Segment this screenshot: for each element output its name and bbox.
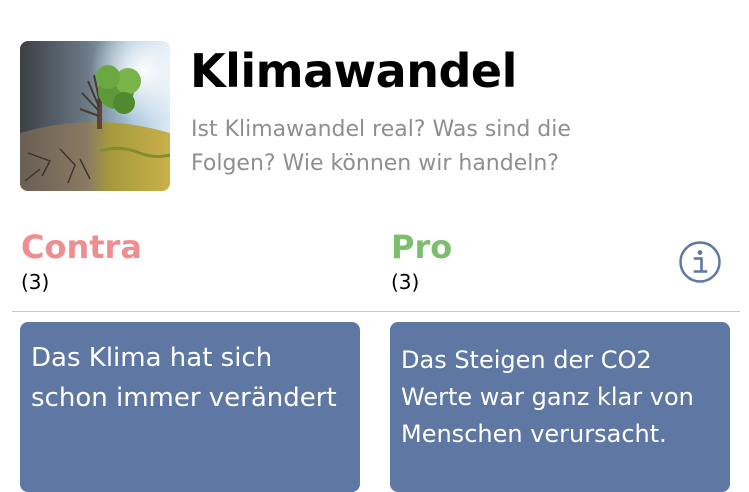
pro-argument-text: Das Steigen der CO2 Werte war ganz klar …: [401, 346, 694, 448]
contra-header[interactable]: Contra (3): [21, 226, 142, 296]
contra-label: Contra: [21, 228, 142, 266]
page-title: Klimawandel: [190, 44, 517, 98]
pro-header[interactable]: Pro (3): [391, 226, 452, 296]
divider: [12, 311, 740, 312]
topic-image: [20, 41, 170, 191]
contra-argument-card[interactable]: Das Klima hat sich schon immer verändert: [20, 322, 360, 492]
contra-argument-text: Das Klima hat sich schon immer verändert: [31, 343, 337, 413]
topic-subtitle: Ist Klimawandel real? Was sind die Folge…: [191, 117, 571, 176]
contra-count: (3): [21, 270, 50, 294]
pro-count: (3): [391, 270, 420, 294]
pro-argument-card[interactable]: Das Steigen der CO2 Werte war ganz klar …: [390, 322, 730, 492]
pro-label: Pro: [391, 228, 453, 266]
info-icon[interactable]: [678, 240, 722, 284]
